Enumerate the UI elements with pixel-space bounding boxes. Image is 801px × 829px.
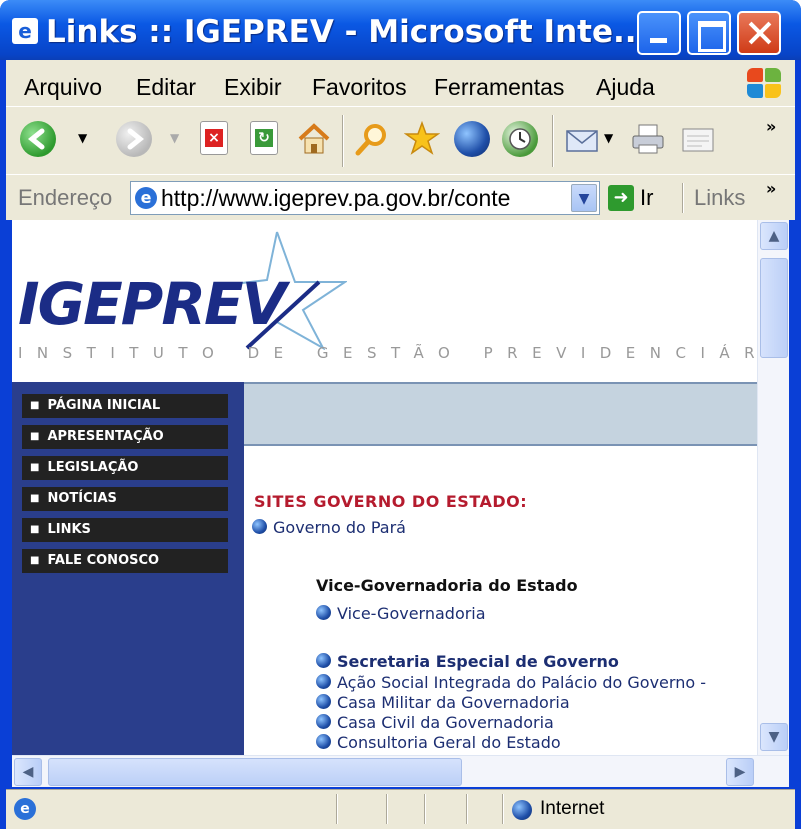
close-button[interactable] [737,11,781,55]
search-icon[interactable] [354,121,390,157]
menu-bar: Arquivo Editar Exibir Favoritos Ferramen… [6,60,795,106]
globe-bullet-icon [316,674,331,689]
links-toolbar[interactable]: Links [694,185,745,211]
menu-arquivo[interactable]: Arquivo [24,74,102,101]
menu-editar[interactable]: Editar [136,74,196,101]
vertical-scroll-thumb[interactable] [760,258,788,358]
media-icon[interactable] [454,121,490,157]
status-bar: e Internet [6,789,795,829]
globe-bullet-icon [316,605,331,620]
scroll-down-icon[interactable]: ▼ [760,723,788,751]
mail-dropdown-icon[interactable]: ▼ [604,131,613,145]
go-arrow-icon[interactable]: ➜ [608,185,634,211]
window-title: Links :: IGEPREV - Microsoft Inte... [46,14,649,50]
status-divider [386,794,388,824]
horizontal-scrollbar[interactable]: ◀ ▶ [12,755,789,787]
nav-pagina-inicial[interactable]: PÁGINA INICIAL [22,394,228,418]
scroll-up-icon[interactable]: ▲ [760,222,788,250]
address-bar: Endereço e http://www.igeprev.pa.gov.br/… [6,174,795,220]
scroll-right-icon[interactable]: ▶ [726,758,754,786]
globe-bullet-icon [316,653,331,668]
toolbar-more-icon[interactable]: » [766,117,776,136]
link-consultoria-geral[interactable]: Consultoria Geral do Estado [316,733,561,752]
mail-icon[interactable] [564,121,600,157]
main-content: SITES GOVERNO DO ESTADO: Governo do Pará… [244,382,757,755]
link-secretaria-especial[interactable]: Secretaria Especial de Governo [316,652,619,671]
section-title: SITES GOVERNO DO ESTADO: [254,492,528,511]
status-divider [336,794,338,824]
history-icon[interactable] [502,121,538,157]
toolbar: ▼ ▼ × ↻ ▼ » [6,106,795,174]
page-status-icon: e [14,798,36,820]
globe-bullet-icon [316,734,331,749]
link-governo-para[interactable]: Governo do Pará [252,518,406,537]
nav-apresentacao[interactable]: APRESENTAÇÃO [22,425,228,449]
home-icon[interactable] [296,121,332,157]
print-icon[interactable] [630,121,666,157]
security-zone-label: Internet [540,798,605,819]
forward-icon[interactable] [116,121,152,157]
link-casa-militar[interactable]: Casa Militar da Governadoria [316,693,570,712]
content-band [244,382,757,446]
link-casa-civil[interactable]: Casa Civil da Governadoria [316,713,554,732]
forward-dropdown-icon[interactable]: ▼ [170,131,179,145]
menu-ajuda[interactable]: Ajuda [596,74,655,101]
edit-icon[interactable] [680,121,716,157]
globe-bullet-icon [316,714,331,729]
site-subtitle: INSTITUTO DE GESTÃO PREVIDENCIÁR [18,344,757,362]
link-vice-governadoria[interactable]: Vice-Governadoria [316,604,486,623]
browser-window: e Links :: IGEPREV - Microsoft Inte... A… [0,0,801,829]
vertical-scrollbar[interactable]: ▲ ▼ [757,220,789,755]
status-divider [466,794,468,824]
menu-exibir[interactable]: Exibir [224,74,282,101]
status-divider [424,794,426,824]
back-dropdown-icon[interactable]: ▼ [78,131,87,145]
links-more-icon[interactable]: » [766,179,776,198]
back-icon[interactable] [20,121,56,157]
refresh-icon[interactable]: ↻ [250,121,278,155]
address-input[interactable]: e http://www.igeprev.pa.gov.br/conte ▼ [130,181,600,215]
address-label: Endereço [18,185,113,210]
go-button[interactable]: Ir [640,185,653,211]
ie-page-icon: e [12,18,38,44]
stop-icon[interactable]: × [200,121,228,155]
globe-bullet-icon [252,519,267,534]
favorites-icon[interactable] [403,120,441,157]
title-bar[interactable]: e Links :: IGEPREV - Microsoft Inte... [0,0,801,60]
address-url[interactable]: http://www.igeprev.pa.gov.br/conte [161,185,561,212]
maximize-button[interactable] [687,11,731,55]
site-logo[interactable]: IGEPREV [18,270,286,338]
nav-legislacao[interactable]: LEGISLAÇÃO [22,456,228,480]
menu-ferramentas[interactable]: Ferramentas [434,74,564,101]
horizontal-scroll-thumb[interactable] [48,758,462,786]
sidebar: PÁGINA INICIAL APRESENTAÇÃO LEGISLAÇÃO N… [12,382,244,755]
link-acao-social[interactable]: Ação Social Integrada do Palácio do Gove… [316,673,706,692]
nav-noticias[interactable]: NOTÍCIAS [22,487,228,511]
internet-zone-icon [512,800,532,820]
nav-links[interactable]: LINKS [22,518,228,542]
menu-favoritos[interactable]: Favoritos [312,74,407,101]
windows-logo-icon [747,68,783,100]
scroll-left-icon[interactable]: ◀ [14,758,42,786]
globe-bullet-icon [316,694,331,709]
vice-heading: Vice-Governadoria do Estado [316,576,578,595]
address-dropdown-icon[interactable]: ▼ [571,184,597,212]
status-divider [502,794,504,824]
nav-fale-conosco[interactable]: FALE CONOSCO [22,549,228,573]
page-viewport: IGEPREV INSTITUTO DE GESTÃO PREVIDENCIÁR… [12,220,757,755]
site-header: IGEPREV INSTITUTO DE GESTÃO PREVIDENCIÁR [12,220,757,380]
ie-page-icon: e [135,187,157,209]
minimize-button[interactable] [637,11,681,55]
